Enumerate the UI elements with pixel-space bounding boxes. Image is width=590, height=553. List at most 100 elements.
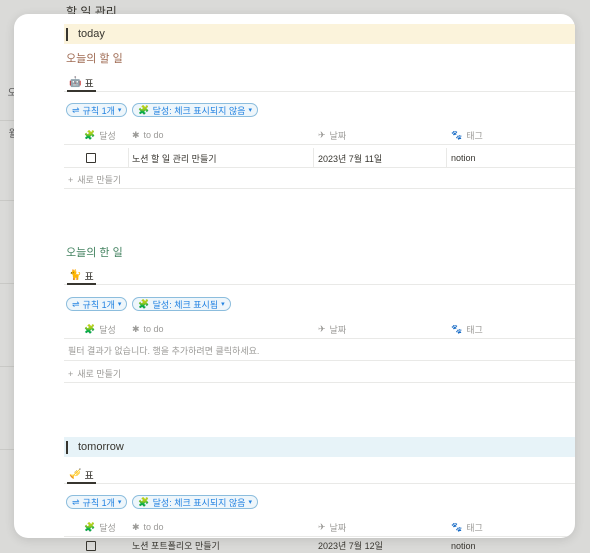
rule-filter-chip[interactable]: ⇌ 규칙 1개 ▾	[66, 297, 128, 311]
done-checkbox[interactable]	[86, 153, 96, 163]
table-row[interactable]: 노션 포트폴리오 만들기 2023년 7월 12일 notion	[64, 538, 590, 553]
view-tab-label: 표	[84, 271, 94, 283]
column-label: to do	[143, 522, 164, 532]
view-tabs: 🎺 표	[64, 466, 575, 484]
column-divider	[446, 148, 447, 168]
cell-done	[84, 148, 96, 168]
table-row[interactable]: 노션 할 일 관리 만들기 2023년 7월 11일 notion	[64, 148, 575, 168]
rule-filter-chip[interactable]: ⇌ 규칙 1개 ▾	[66, 103, 128, 117]
chevron-down-icon: ▾	[117, 107, 122, 114]
view-tab-table[interactable]: 🎺 표	[67, 466, 96, 484]
column-header-date[interactable]: ✈ 날짜	[318, 125, 346, 145]
column-label: 달성	[99, 130, 116, 141]
column-label: to do	[143, 324, 164, 334]
table-header: 🧩 달성 ✱ to do ✈ 날짜 🐾 태그	[64, 319, 575, 339]
column-header-todo[interactable]: ✱ to do	[132, 125, 164, 145]
empty-table-message[interactable]: 필터 결과가 없습니다. 행을 추가하려면 클릭하세요.	[64, 341, 575, 361]
section-header-tomorrow: tomorrow	[64, 437, 575, 457]
filter-bar: ⇌ 규칙 1개 ▾ 🧩 달성: 체크 표시되지 않음 ▾	[66, 103, 258, 119]
chip-label: 규칙 1개	[82, 105, 115, 116]
column-header-done[interactable]: 🧩 달성	[84, 319, 116, 339]
section-title: tomorrow	[78, 441, 124, 453]
asterisk-icon: ✱	[132, 129, 140, 140]
column-label: 날짜	[329, 130, 347, 141]
plus-icon: +	[68, 368, 74, 379]
view-tab-table[interactable]: 🐈 표	[67, 267, 96, 285]
column-header-todo[interactable]: ✱ to do	[132, 319, 164, 339]
rule-filter-chip[interactable]: ⇌ 규칙 1개 ▾	[66, 495, 128, 509]
view-tabs: 🤖 표	[64, 74, 575, 92]
filter-bar: ⇌ 규칙 1개 ▾ 🧩 달성: 체크 표시되지 않음 ▾	[66, 495, 258, 511]
asterisk-icon: ✱	[132, 521, 140, 532]
paw-icon: 🐾	[451, 129, 463, 140]
section-header-today: today	[64, 24, 575, 44]
done-filter-chip[interactable]: 🧩 달성: 체크 표시되지 않음 ▾	[132, 495, 258, 509]
cell-date[interactable]: 2023년 7월 11일	[318, 148, 382, 168]
column-header-tag[interactable]: 🐾 태그	[451, 319, 483, 339]
cell-todo[interactable]: 노션 포트폴리오 만들기	[132, 538, 220, 553]
column-header-done[interactable]: 🧩 달성	[84, 125, 116, 145]
new-row-label: 새로 만들기	[77, 175, 122, 185]
quote-bar	[66, 440, 68, 454]
column-header-date[interactable]: ✈ 날짜	[318, 319, 346, 339]
view-tab-label: 표	[84, 78, 94, 90]
chip-label: 달성: 체크 표시됨	[152, 299, 219, 310]
chevron-down-icon: ▾	[117, 499, 122, 506]
column-label: 태그	[466, 324, 483, 335]
cell-date[interactable]: 2023년 7월 12일	[318, 538, 383, 553]
done-filter-chip[interactable]: 🧩 달성: 체크 표시되지 않음 ▾	[132, 103, 258, 117]
airplane-icon: ✈	[318, 129, 326, 140]
chip-label: 규칙 1개	[82, 497, 115, 508]
puzzle-icon: 🧩	[138, 496, 150, 507]
cell-todo[interactable]: 노션 할 일 관리 만들기	[132, 148, 217, 168]
chevron-down-icon: ▾	[221, 301, 225, 308]
puzzle-icon: 🧩	[84, 323, 96, 334]
cat-icon: 🐈	[69, 269, 82, 281]
chip-label: 달성: 체크 표시되지 않음	[152, 497, 246, 508]
puzzle-icon: 🧩	[138, 298, 150, 309]
column-label: 날짜	[329, 522, 347, 533]
cell-done	[84, 538, 96, 553]
table-header: 🧩 달성 ✱ to do ✈ 날짜 🐾 태그	[64, 517, 575, 537]
column-header-done[interactable]: 🧩 달성	[84, 517, 116, 537]
chip-label: 규칙 1개	[82, 299, 115, 310]
robot-icon: 🤖	[69, 76, 82, 88]
column-divider	[128, 148, 129, 168]
done-checkbox[interactable]	[86, 540, 96, 551]
column-divider	[313, 148, 314, 168]
plus-icon: +	[68, 174, 74, 185]
view-tab-label: 표	[84, 470, 94, 482]
new-row-button[interactable]: + 새로 만들기	[64, 365, 575, 383]
new-row-button[interactable]: + 새로 만들기	[64, 171, 575, 189]
paw-icon: 🐾	[451, 323, 463, 334]
trumpet-icon: 🎺	[69, 468, 82, 480]
view-tab-table[interactable]: 🤖 표	[67, 74, 96, 92]
chevron-down-icon: ▾	[248, 107, 252, 114]
airplane-icon: ✈	[318, 323, 326, 334]
column-header-todo[interactable]: ✱ to do	[132, 517, 164, 537]
column-label: 태그	[466, 522, 483, 533]
filter-bar: ⇌ 규칙 1개 ▾ 🧩 달성: 체크 표시됨 ▾	[66, 297, 231, 313]
cell-tag[interactable]: notion	[451, 538, 476, 553]
puzzle-icon: 🧩	[84, 521, 96, 532]
column-label: to do	[143, 130, 164, 140]
view-tabs: 🐈 표	[64, 267, 575, 285]
section-title: today	[78, 28, 105, 40]
column-label: 달성	[99, 324, 116, 335]
column-header-tag[interactable]: 🐾 태그	[451, 125, 483, 145]
airplane-icon: ✈	[318, 521, 326, 532]
table-header: 🧩 달성 ✱ to do ✈ 날짜 🐾 태그	[64, 125, 575, 145]
column-label: 달성	[99, 522, 116, 533]
sliders-icon: ⇌	[72, 496, 80, 507]
page-peek-modal: today 오늘의 할 일 🤖 표 ⇌ 규칙 1개 ▾ 🧩 달성: 체크 표시되…	[14, 14, 575, 538]
column-label: 날짜	[329, 324, 347, 335]
paw-icon: 🐾	[451, 521, 463, 532]
puzzle-icon: 🧩	[138, 104, 150, 115]
sliders-icon: ⇌	[72, 104, 80, 115]
chevron-down-icon: ▾	[117, 301, 122, 308]
column-header-tag[interactable]: 🐾 태그	[451, 517, 483, 537]
done-filter-chip[interactable]: 🧩 달성: 체크 표시됨 ▾	[132, 297, 231, 311]
group-title-done-today: 오늘의 한 일	[66, 247, 123, 259]
column-header-date[interactable]: ✈ 날짜	[318, 517, 346, 537]
cell-tag[interactable]: notion	[451, 148, 476, 168]
